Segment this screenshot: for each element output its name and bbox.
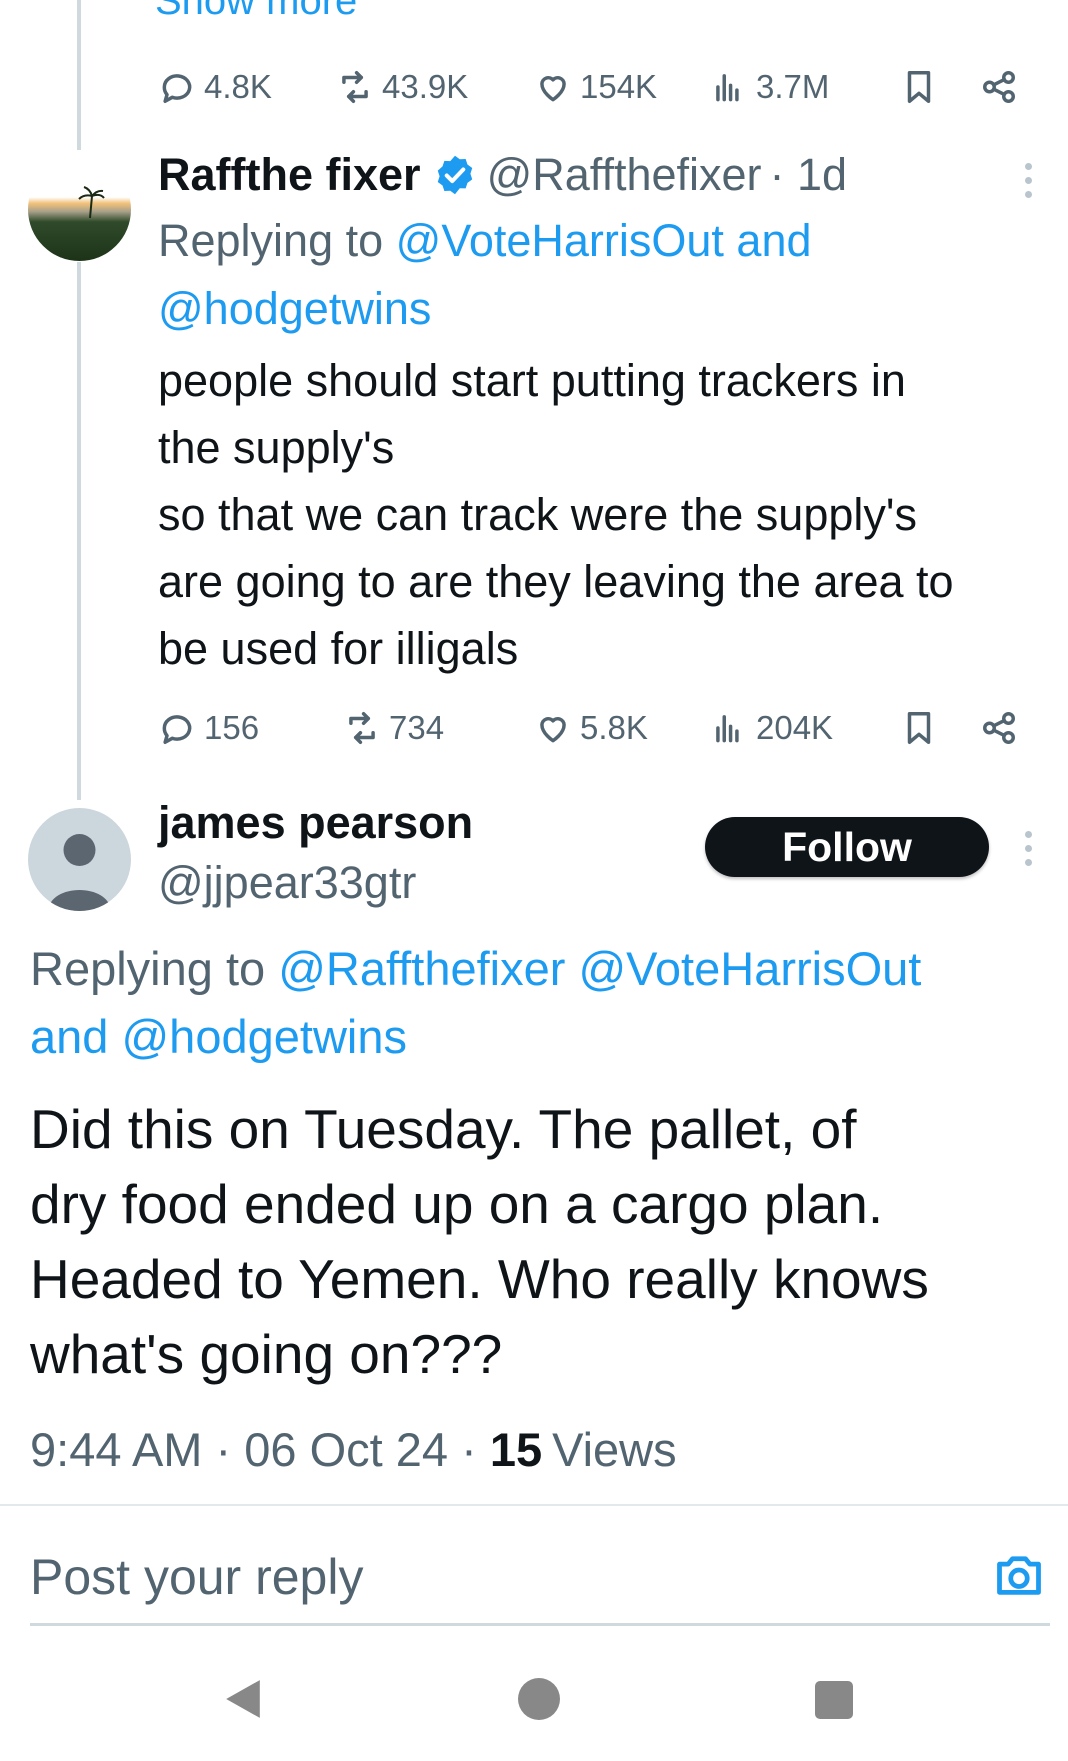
mention-voteharrisout[interactable]: @VoteHarrisOut and	[396, 215, 812, 266]
home-circle-icon[interactable]	[518, 1678, 560, 1720]
verified-badge-icon	[437, 155, 472, 195]
main-meta: 9:44 AM · 06 Oct 24 · 15 Views	[30, 1423, 677, 1476]
share-icon	[983, 712, 1015, 744]
mention-hodgetwins[interactable]: and @hodgetwins	[30, 1003, 1050, 1071]
more-options-icon[interactable]	[1025, 163, 1033, 205]
share-button[interactable]	[980, 703, 1018, 753]
avatar-jjpear33gtr[interactable]	[28, 808, 131, 911]
main-replying-to: Replying to @Raffthefixer @VoteHarrisOut…	[30, 935, 1050, 1071]
follow-button[interactable]: Follow	[705, 817, 989, 877]
views-label: Views	[552, 1423, 677, 1476]
like-icon	[540, 717, 566, 743]
repost-button[interactable]: 43.9K	[336, 62, 468, 112]
top-action-bar: 4.8K 43.9K 154K 3.7M	[158, 62, 1028, 112]
reply-button[interactable]: 4.8K	[158, 62, 272, 112]
palm-tree-icon	[78, 186, 105, 219]
more-options-icon[interactable]	[1025, 831, 1033, 873]
repost-count: 734	[389, 709, 445, 746]
replying-prefix: Replying to	[158, 215, 396, 266]
views-icon	[716, 74, 739, 102]
bookmark-icon	[907, 71, 931, 103]
like-count: 154K	[580, 68, 658, 105]
display-name[interactable]: Raffthe fixer	[158, 149, 421, 201]
views-button[interactable]: 3.7M	[710, 62, 829, 112]
recents-square-icon[interactable]	[815, 1681, 853, 1719]
replying-prefix: Replying to	[30, 942, 279, 995]
main-text: Did this on Tuesday. The pallet, of dry …	[30, 1098, 929, 1385]
divider	[0, 1504, 1068, 1506]
repost-count: 43.9K	[382, 68, 469, 105]
back-triangle-icon[interactable]	[222, 1678, 264, 1720]
views-icon	[716, 715, 739, 743]
bookmark-button[interactable]	[900, 62, 938, 112]
default-avatar-icon	[48, 834, 111, 911]
reply-button[interactable]: 156	[158, 703, 259, 753]
thread-line-top	[77, 0, 81, 150]
reply1-action-bar: 156 734 5.8K 204K	[158, 703, 1028, 753]
avatar-raffthefixer[interactable]	[28, 158, 131, 261]
camera-icon[interactable]	[993, 1549, 1045, 1601]
main-handle[interactable]: @jjpear33gtr	[158, 855, 416, 911]
main-display-name[interactable]: james pearson	[158, 795, 473, 851]
post-time: 9:44 AM	[30, 1423, 203, 1476]
like-button[interactable]: 5.8K	[534, 703, 648, 753]
like-icon	[540, 76, 566, 102]
views-count: 3.7M	[756, 68, 830, 105]
like-button[interactable]: 154K	[534, 62, 657, 112]
handle[interactable]: @Raffthefixer	[487, 149, 762, 201]
reply-icon	[162, 715, 192, 744]
show-more-link[interactable]: Show more	[155, 0, 357, 26]
composer-underline	[30, 1623, 1050, 1626]
mention-hodgetwins[interactable]: @hodgetwins	[158, 275, 1038, 343]
reply1-replying-to: Replying to @VoteHarrisOut and @hodgetwi…	[158, 207, 1038, 343]
repost-icon	[342, 71, 368, 103]
bookmark-button[interactable]	[900, 703, 938, 753]
views-count: 204K	[756, 709, 834, 746]
bookmark-icon	[907, 712, 931, 744]
repost-button[interactable]: 734	[343, 703, 444, 753]
views-button[interactable]: 204K	[710, 703, 833, 753]
repost-icon	[349, 712, 375, 744]
post-age: · 1d	[769, 149, 848, 200]
like-count: 5.8K	[580, 709, 648, 746]
thread-line-reply	[77, 262, 81, 800]
share-icon	[983, 71, 1015, 103]
reply-count: 4.8K	[204, 68, 272, 105]
reply-input[interactable]: Post your reply	[30, 1545, 363, 1609]
reply1-header: Raffthe fixer @Raffthefixer · 1d	[158, 145, 847, 205]
mentions-line[interactable]: @Raffthefixer @VoteHarrisOut	[278, 942, 921, 995]
share-button[interactable]	[980, 62, 1018, 112]
post-date: 06 Oct 24	[244, 1423, 449, 1476]
reply-icon	[162, 74, 192, 103]
reply-count: 156	[204, 709, 260, 746]
reply1-text: people should start putting trackers in …	[158, 355, 954, 674]
views-count[interactable]: 15	[490, 1423, 542, 1476]
